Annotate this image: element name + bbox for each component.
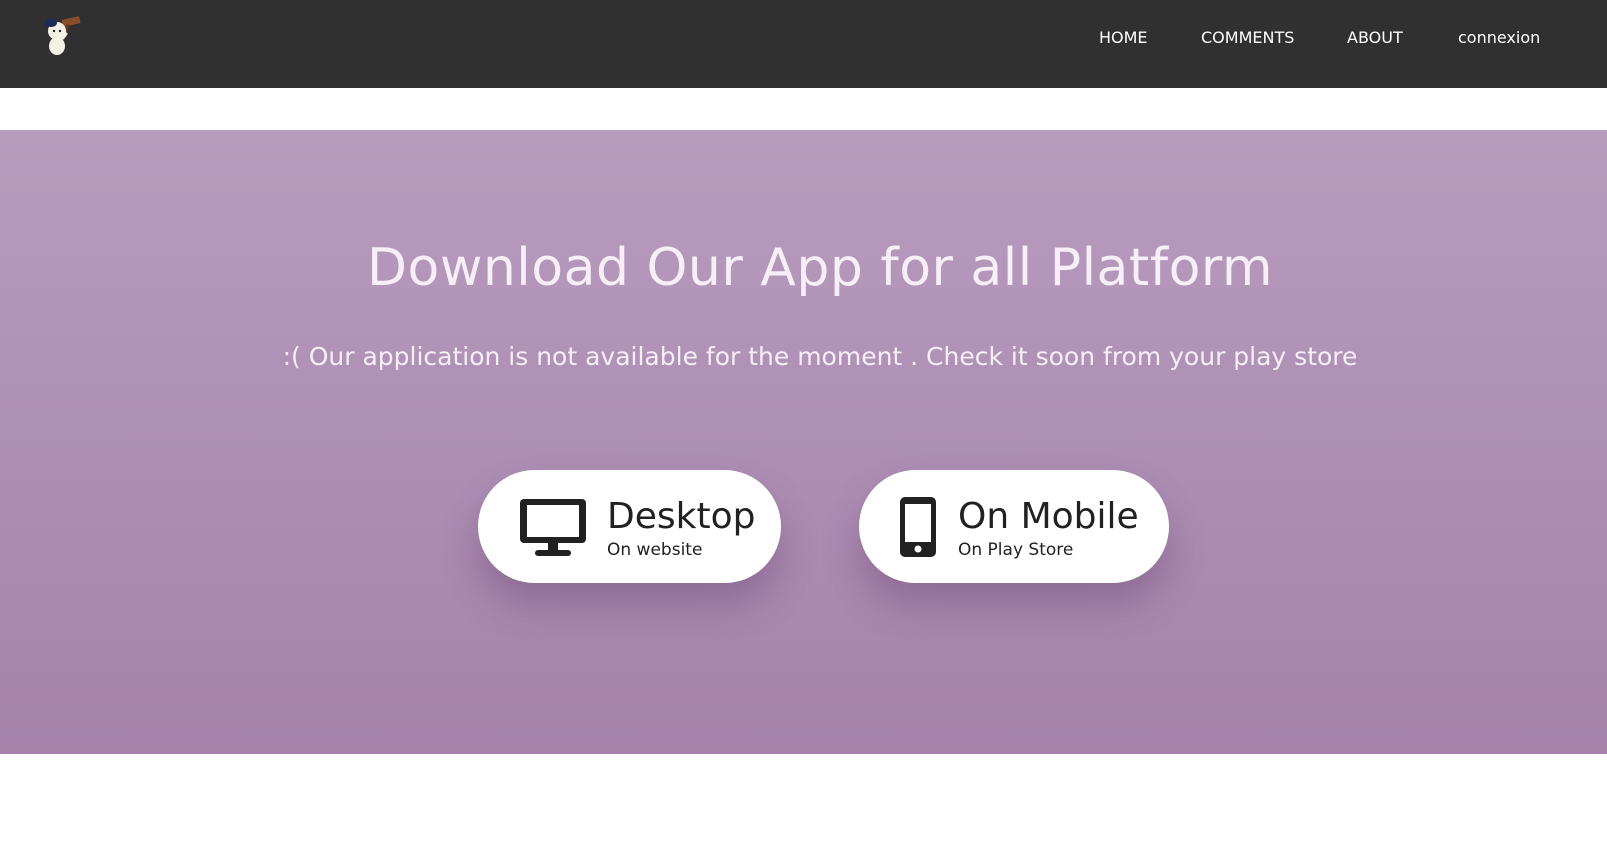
download-hero-section: Download Our App for all Platform :( Our… [0,130,1607,754]
hero-title: Download Our App for all Platform [366,238,1274,298]
top-navbar: HOME COMMENTS ABOUT connexion [0,0,1607,88]
nav-comments-link[interactable]: COMMENTS [1201,28,1294,47]
hero-subtitle: :( Our application is not available for … [282,342,1358,371]
nav-about-link[interactable]: ABOUT [1347,28,1403,47]
desktop-monitor-icon [518,497,588,563]
mobile-button-title: On Mobile [958,496,1139,537]
mobile-phone-icon [899,497,937,561]
mobile-button-subtitle: On Play Store [958,540,1074,560]
mascot-logo-icon[interactable] [38,10,88,60]
nav-home-link[interactable]: HOME [1099,28,1148,47]
desktop-button-title: Desktop [607,496,756,537]
desktop-download-button[interactable]: Desktop On website [478,470,781,583]
nav-connexion-link[interactable]: connexion [1458,28,1540,47]
mobile-download-button[interactable]: On Mobile On Play Store [859,470,1169,583]
desktop-button-subtitle: On website [607,540,703,560]
